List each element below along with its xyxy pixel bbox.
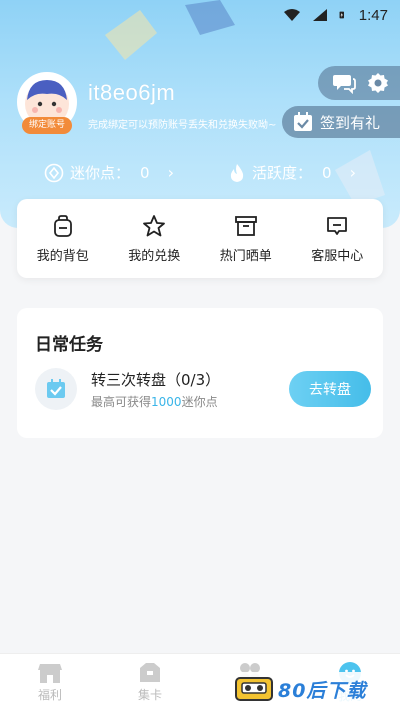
menu-showcase[interactable]: 热门晒单 (206, 214, 286, 264)
tab-welfare-label: 福利 (37, 687, 62, 702)
calendar-check-icon (294, 112, 312, 131)
go-spin-button[interactable]: 去转盘 (289, 371, 371, 407)
mini-points-stat[interactable]: 迷你点： 0 › (44, 162, 174, 183)
card-box-icon (140, 662, 160, 682)
bind-hint: 完成绑定可以预防账号丢失和兑换失败呦~ (88, 120, 277, 131)
task-desc-suffix: 迷你点 (181, 395, 218, 409)
signal-icon (312, 9, 327, 21)
menu-support[interactable]: 客服中心 (297, 214, 377, 264)
message-icon (327, 216, 348, 235)
bind-account-badge[interactable]: 绑定账号 (22, 117, 72, 134)
activity-stat[interactable]: 活跃度： 0 › (228, 162, 356, 183)
chevron-right-icon: › (167, 163, 174, 182)
battery-icon (339, 11, 344, 19)
task-name: 转三次转盘（0/3） (91, 371, 221, 389)
activity-value: 0 (322, 163, 332, 182)
daily-tasks-card: 日常任务 转三次转盘（0/3） 最高可获得1000迷你点 去转盘 (17, 308, 383, 438)
menu-support-label: 客服中心 (311, 248, 364, 264)
status-time: 1:47 (358, 6, 388, 24)
mini-points-label: 迷你点： (70, 164, 131, 182)
profile-header: 1:47 绑定账号 it8eo6jm 完成绑定可以预防账号丢失和兑换失败呦~ 签… (0, 0, 400, 228)
wifi-icon (283, 9, 300, 21)
mini-points-value: 0 (140, 163, 150, 182)
gear-icon[interactable] (367, 72, 389, 94)
menu-exchange-label: 我的兑换 (128, 248, 181, 264)
tab-cards[interactable]: 集卡 (110, 662, 190, 703)
checkin-label: 签到有礼 (320, 113, 381, 132)
quick-menu: 我的背包 我的兑换 热门晒单 客服中心 (17, 199, 383, 278)
task-icon (35, 368, 77, 410)
star-icon (143, 214, 166, 236)
chevron-right-icon: › (349, 163, 356, 182)
shop-icon (38, 663, 62, 683)
task-reward-amount: 1000 (151, 395, 182, 409)
task-description: 最高可获得1000迷你点 (91, 393, 218, 410)
tab-welfare[interactable]: 福利 (10, 662, 90, 703)
menu-backpack-label: 我的背包 (36, 248, 89, 264)
checkin-button[interactable]: 签到有礼 (282, 106, 400, 138)
backpack-icon (53, 214, 72, 237)
tab-cards-label: 集卡 (137, 687, 162, 702)
flame-icon (230, 163, 244, 182)
daily-tasks-title: 日常任务 (35, 335, 103, 355)
watermark-text: 80后下载 (278, 679, 367, 702)
menu-showcase-label: 热门晒单 (219, 248, 272, 264)
menu-exchange[interactable]: 我的兑换 (114, 214, 194, 264)
cassette-logo-icon (235, 677, 273, 701)
username: it8eo6jm (88, 80, 176, 105)
task-desc-prefix: 最高可获得 (91, 395, 152, 409)
chat-icon[interactable] (332, 72, 356, 94)
diamond-icon (44, 163, 64, 182)
status-bar: 1:47 (0, 0, 400, 30)
box-icon (234, 215, 257, 236)
menu-backpack[interactable]: 我的背包 (23, 214, 103, 264)
calendar-check-icon (47, 379, 65, 398)
site-watermark: 80后下载 (234, 672, 394, 706)
header-actions (318, 66, 400, 100)
activity-label: 活跃度： (252, 164, 313, 182)
